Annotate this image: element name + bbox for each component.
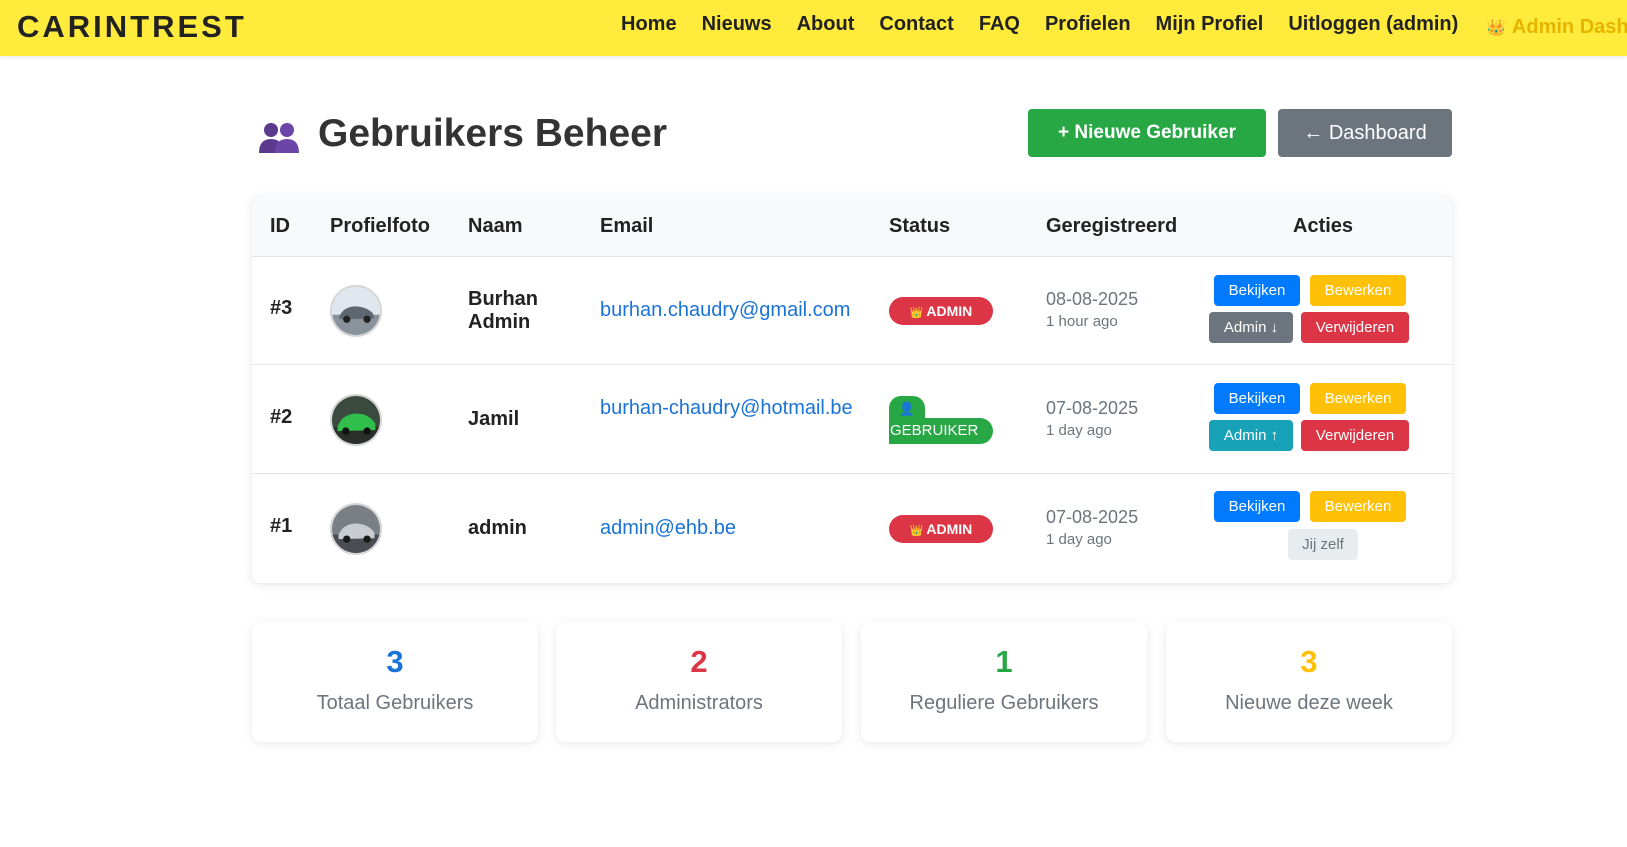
brand-logo[interactable]: CARINTREST [17,9,247,45]
edit-button[interactable]: Bewerken [1310,383,1406,414]
stat-label: Administrators [635,692,763,714]
promote-admin-button[interactable]: Admin ↑ [1209,420,1293,451]
nav-link-about[interactable]: About [797,13,855,36]
delete-button[interactable]: Verwijderen [1301,420,1409,451]
stat-card-total-users: 3 Totaal Gebruikers [252,622,538,742]
navbar: CARINTREST Home Nieuws About Contact FAQ… [0,0,1627,56]
page-title: Gebruikers Beheer [318,112,668,155]
user-email-link[interactable]: burhan-chaudry@hotmail.be [600,397,860,420]
nav-link-nieuws[interactable]: Nieuws [702,13,772,36]
column-header-acties: Acties [1293,215,1354,237]
stat-value: 3 [1300,644,1318,679]
nav-link-admin-dashboard[interactable]: 👑 Admin Dash [1486,16,1627,39]
user-id: #3 [270,297,293,319]
registered-ago: 1 day ago [1046,531,1112,548]
nav-link-mijn-profiel[interactable]: Mijn Profiel [1156,13,1264,36]
stat-card-new-this-week: 3 Nieuwe deze week [1166,622,1452,742]
status-badge-label: ADMIN [926,521,973,537]
edit-button[interactable]: Bewerken [1310,275,1406,306]
stat-label: Reguliere Gebruikers [909,692,1099,714]
demote-admin-button[interactable]: Admin ↓ [1209,312,1293,343]
column-header-naam: Naam [468,215,523,237]
stat-card-regular-users: 1 Reguliere Gebruikers [861,622,1147,742]
stat-label: Nieuwe deze week [1225,692,1393,714]
nav-link-profielen[interactable]: Profielen [1045,13,1131,36]
new-user-button[interactable]: + Nieuwe Gebruiker [1028,109,1266,157]
registered-date: 07-08-2025 [1046,507,1139,527]
edit-button[interactable]: Bewerken [1310,491,1406,522]
stat-value: 3 [386,644,404,679]
column-header-status: Status [889,215,951,237]
table-header: ID Profielfoto Naam Email Status Geregis… [252,196,1452,257]
user-name: admin [468,517,527,539]
crown-icon: 👑 [909,307,924,319]
car-photo [332,396,380,444]
view-button[interactable]: Bekijken [1214,491,1300,522]
column-header-geregistreerd: Geregistreerd [1046,215,1178,237]
status-badge-user: GEBRUIKER [889,418,993,444]
user-name: Jamil [468,408,520,430]
view-button[interactable]: Bekijken [1214,383,1300,414]
avatar [330,394,382,446]
user-email-link[interactable]: burhan.chaudry@gmail.com [600,299,860,322]
users-icon [259,123,299,153]
car-photo [332,287,380,335]
dashboard-button[interactable]: ← Dashboard [1278,109,1452,157]
registered-ago: 1 hour ago [1046,313,1118,330]
user-id: #1 [270,515,293,537]
nav-admin-label: Admin Dash [1511,16,1627,38]
users-table: ID Profielfoto Naam Email Status Geregis… [252,196,1452,583]
page-header: Gebruikers Beheer + Nieuwe Gebruiker ← D… [258,108,1454,160]
status-badge-admin: 👑 ADMIN [889,297,993,325]
stat-label: Totaal Gebruikers [316,692,474,714]
registered-date: 07-08-2025 [1046,398,1139,418]
crown-icon: 👑 [909,525,924,537]
registered-date: 08-08-2025 [1046,289,1139,309]
status-badge-admin: 👑 ADMIN [889,515,993,543]
table-row: #2 Jamil burhan-chaudry@hotmail.be 👤 GEB… [252,366,1452,474]
table-row: #3 Burhan Admin burhan.chaudry@gmail.com… [252,257,1452,365]
column-header-email: Email [600,215,654,237]
avatar [330,503,382,555]
stat-card-administrators: 2 Administrators [556,622,842,742]
table-row: #1 admin admin@ehb.be 👑 ADMIN 07-08-2025 … [252,475,1452,583]
user-name: Burhan Admin [468,288,538,333]
nav-link-home[interactable]: Home [621,13,677,36]
nav-links: Home Nieuws About Contact FAQ Profielen … [621,13,1483,36]
column-header-id: ID [270,215,290,237]
nav-link-uitloggen[interactable]: Uitloggen (admin) [1288,13,1458,36]
nav-link-contact[interactable]: Contact [879,13,953,36]
column-header-profielfoto: Profielfoto [330,215,430,237]
registered-ago: 1 day ago [1046,422,1112,439]
stat-value: 1 [995,644,1013,679]
view-button[interactable]: Bekijken [1214,275,1300,306]
user-email-link[interactable]: admin@ehb.be [600,517,860,540]
status-badge-label: ADMIN [926,303,973,319]
user-id: #2 [270,406,293,428]
self-indicator-button: Jij zelf [1288,529,1358,560]
stat-value: 2 [690,644,708,679]
crown-icon: 👑 [1486,20,1506,37]
delete-button[interactable]: Verwijderen [1301,312,1409,343]
avatar [330,285,382,337]
car-photo [332,505,380,553]
nav-link-faq[interactable]: FAQ [979,13,1020,36]
